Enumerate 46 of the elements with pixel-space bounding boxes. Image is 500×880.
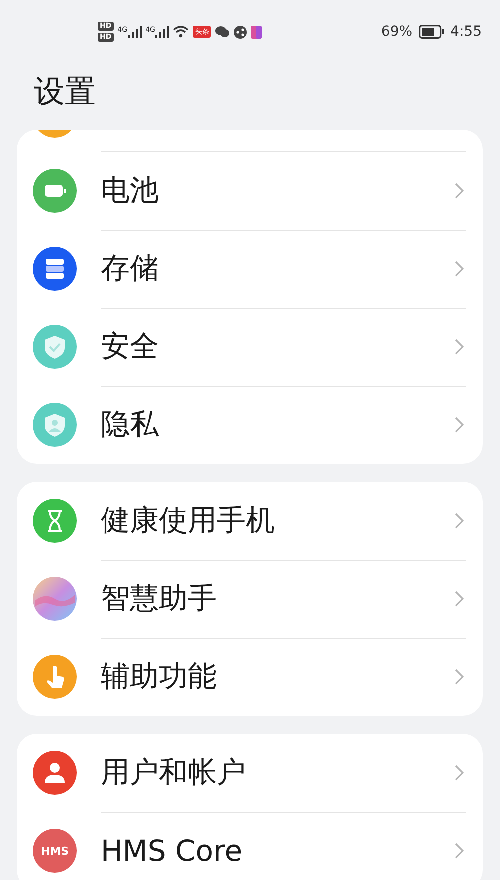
icon-text: HMS	[40, 845, 70, 858]
chevron-icon	[455, 669, 464, 685]
settings-item[interactable]: 安全	[17, 308, 483, 386]
shield-check-icon	[33, 325, 77, 369]
item-label: 用户和帐户	[101, 754, 246, 790]
share-icon	[234, 26, 248, 38]
clock-time: 4:55	[450, 24, 482, 40]
settings-item[interactable]: 存储	[17, 230, 483, 308]
settings-item[interactable]: 隐私	[17, 386, 483, 464]
item-label: 存储	[101, 250, 159, 286]
settings-item[interactable]: 智慧助手	[17, 560, 483, 638]
item-label: 健康使用手机	[101, 502, 275, 538]
settings-item[interactable]: 辅助功能	[17, 638, 483, 716]
signal-icon	[155, 26, 170, 38]
storage-icon	[33, 247, 77, 291]
chevron-icon	[455, 590, 464, 606]
battery-icon	[33, 169, 77, 213]
item-label: HMS Core	[101, 834, 243, 868]
chevron-icon	[455, 182, 464, 198]
item-label: 辅助功能	[101, 658, 217, 695]
signal-icon	[128, 26, 142, 38]
chevron-icon	[455, 764, 464, 780]
settings-item[interactable]: 用户和帐户	[17, 734, 483, 812]
chat-icon	[215, 26, 230, 38]
settings-item[interactable]: 电池	[17, 152, 483, 230]
item-label: 智慧助手	[101, 580, 217, 616]
chevron-icon	[455, 512, 464, 528]
app-icon	[251, 26, 262, 38]
hand-icon	[33, 655, 77, 699]
battery-percent: 69%	[381, 24, 413, 40]
chevron-icon	[455, 417, 464, 433]
item-label: 隐私	[101, 406, 159, 443]
shield-person-icon	[33, 403, 77, 447]
item-label: 安全	[101, 328, 159, 364]
item-label: 电池	[101, 172, 159, 208]
hourglass-icon	[33, 499, 77, 543]
settings-item[interactable]: HMS HMS Core	[17, 812, 483, 880]
chevron-icon	[455, 338, 464, 354]
chevron-icon	[455, 843, 464, 859]
battery-icon	[418, 25, 445, 39]
chevron-icon	[455, 260, 464, 276]
wifi-icon	[173, 26, 190, 38]
orb-icon	[33, 577, 77, 621]
settings-item[interactable]: 健康使用手机	[17, 482, 483, 560]
page-title: 设置	[34, 73, 97, 112]
person-icon	[33, 751, 77, 795]
